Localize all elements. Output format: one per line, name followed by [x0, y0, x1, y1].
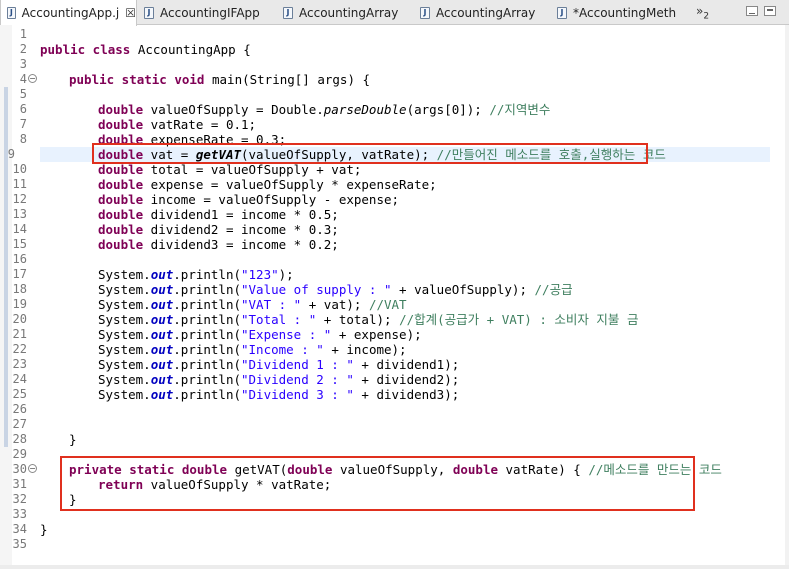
editor-tab-bar: J AccountingApp.j ☒ J AccountingIFApp J … — [0, 0, 789, 26]
code-line: 29 — [0, 447, 789, 462]
tab-accountingifapp[interactable]: J AccountingIFApp — [138, 0, 276, 25]
line-number: 6 — [19, 102, 27, 116]
code-line: 31 return valueOfSupply * vatRate; — [12, 477, 332, 492]
line-number: 1 — [19, 27, 27, 41]
line-number: 28 — [12, 432, 27, 446]
code-line: 17 System.out.println("123"); — [12, 267, 294, 282]
line-number: 4 — [19, 72, 27, 86]
horizontal-scrollbar[interactable] — [0, 565, 789, 569]
code-line: 34} — [12, 522, 48, 537]
java-file-icon: J — [7, 7, 16, 19]
code-line: 12 double income = valueOfSupply - expens… — [12, 192, 400, 207]
tab-label: AccountingArray — [436, 5, 536, 20]
line-number: 5 — [19, 87, 27, 101]
code-line: 5 — [0, 87, 789, 102]
code-line: 32} — [12, 492, 77, 507]
code-line: 24 System.out.println("Dividend 2 : " + d… — [12, 372, 460, 387]
code-line: 7 double vatRate = 0.1; — [0, 117, 789, 132]
code-line: 15 double dividend3 = income * 0.2; — [12, 237, 339, 252]
code-line: 6 double valueOfSupply = Double.parseDoub… — [0, 102, 789, 117]
line-number: 18 — [12, 282, 27, 296]
collapse-fold-icon[interactable]: − — [28, 74, 37, 83]
code-line: 14 double dividend2 = income * 0.3; — [12, 222, 339, 237]
code-line: 27 — [0, 417, 789, 432]
code-line: 16 — [0, 252, 789, 267]
line-number: 12 — [12, 192, 27, 206]
code-line: 3 — [0, 57, 789, 72]
code-line: 23 System.out.println("Dividend 1 : " + d… — [12, 357, 460, 372]
line-number: 16 — [12, 252, 27, 266]
java-file-icon: J — [283, 6, 293, 19]
line-number: 25 — [12, 387, 27, 401]
maximize-button[interactable] — [764, 6, 776, 16]
tab-accountingarray-2[interactable]: J AccountingArray — [414, 0, 551, 25]
code-line: 28} — [12, 432, 77, 447]
line-number: 31 — [12, 477, 27, 491]
code-line: 18 System.out.println("Value of supply : … — [12, 282, 573, 297]
tab-label: AccountingArray — [299, 5, 399, 20]
code-line: 1 — [0, 27, 789, 42]
code-line: 11 double expense = valueOfSupply * expen… — [12, 177, 437, 192]
code-line: 26 — [0, 402, 789, 417]
code-line: 13 double dividend1 = income * 0.5; — [12, 207, 339, 222]
tab-accountingarray-1[interactable]: J AccountingArray — [277, 0, 414, 25]
code-line: 20 System.out.println("Total : " + total)… — [12, 312, 639, 327]
line-number: 34 — [12, 522, 27, 536]
minimize-button[interactable] — [746, 6, 758, 16]
line-number: 2 — [19, 42, 27, 56]
tab-label: *AccountingMeth — [573, 5, 677, 20]
code-line: 8 double expenseRate = 0.3; — [0, 132, 789, 147]
line-number: 10 — [12, 162, 27, 176]
line-number: 19 — [12, 297, 27, 311]
code-line: 25 System.out.println("Dividend 3 : " + d… — [12, 387, 460, 402]
hidden-tab-count: 2 — [703, 11, 710, 22]
line-number: 24 — [12, 372, 27, 386]
line-number: 13 — [12, 207, 27, 221]
line-number: 26 — [12, 402, 27, 416]
code-line-current: 9 double vat = getVAT(valueOfSupply, vatR… — [8, 147, 770, 162]
line-number: 17 — [12, 267, 27, 281]
code-line: 35 — [0, 537, 789, 552]
line-number: 3 — [19, 57, 27, 71]
java-file-icon: J — [144, 6, 154, 19]
line-number: 8 — [19, 132, 27, 146]
java-file-icon: J — [557, 6, 567, 19]
line-number: 33 — [12, 507, 27, 521]
line-number: 21 — [12, 327, 27, 341]
code-line: 19 System.out.println("VAT : " + vat); //… — [12, 297, 407, 312]
tab-label: AccountingIFApp — [160, 5, 260, 20]
line-number: 27 — [12, 417, 27, 431]
line-number: 23 — [12, 357, 27, 371]
line-number: 9 — [7, 147, 15, 161]
code-line: 21 System.out.println("Expense : " + expe… — [12, 327, 422, 342]
line-number: 30 — [12, 462, 27, 476]
collapse-fold-icon[interactable]: − — [28, 464, 37, 473]
code-line: 22 System.out.println("Income : " + incom… — [12, 342, 407, 357]
line-number: 29 — [12, 447, 27, 461]
tab-accountingapp[interactable]: J AccountingApp.j ☒ — [0, 0, 137, 26]
line-number: 15 — [12, 237, 27, 251]
line-number: 7 — [19, 117, 27, 131]
code-line: 33 — [0, 507, 789, 522]
line-number: 20 — [12, 312, 27, 326]
vertical-scrollbar[interactable] — [785, 25, 789, 569]
code-line: 30− private static double getVAT(double v… — [12, 462, 722, 477]
code-line: 4− public static void main(String[] args)… — [0, 72, 789, 87]
line-number: 14 — [12, 222, 27, 236]
code-line: 2 public class AccountingApp { — [0, 42, 789, 57]
close-tab-icon[interactable]: ☒ — [125, 6, 136, 20]
line-number: 22 — [12, 342, 27, 356]
line-number: 11 — [12, 177, 27, 191]
line-number: 32 — [12, 492, 27, 506]
java-file-icon: J — [420, 6, 430, 19]
tab-accountingmeth[interactable]: J *AccountingMeth — [551, 0, 691, 25]
more-tabs-button[interactable]: »2 — [696, 4, 709, 21]
code-line: 10 double total = valueOfSupply + vat; — [12, 162, 362, 177]
line-number: 35 — [12, 537, 27, 551]
tab-label: AccountingApp.j — [21, 6, 120, 20]
code-editor[interactable]: 1 2 public class AccountingApp { 3 4− publ… — [0, 25, 789, 565]
